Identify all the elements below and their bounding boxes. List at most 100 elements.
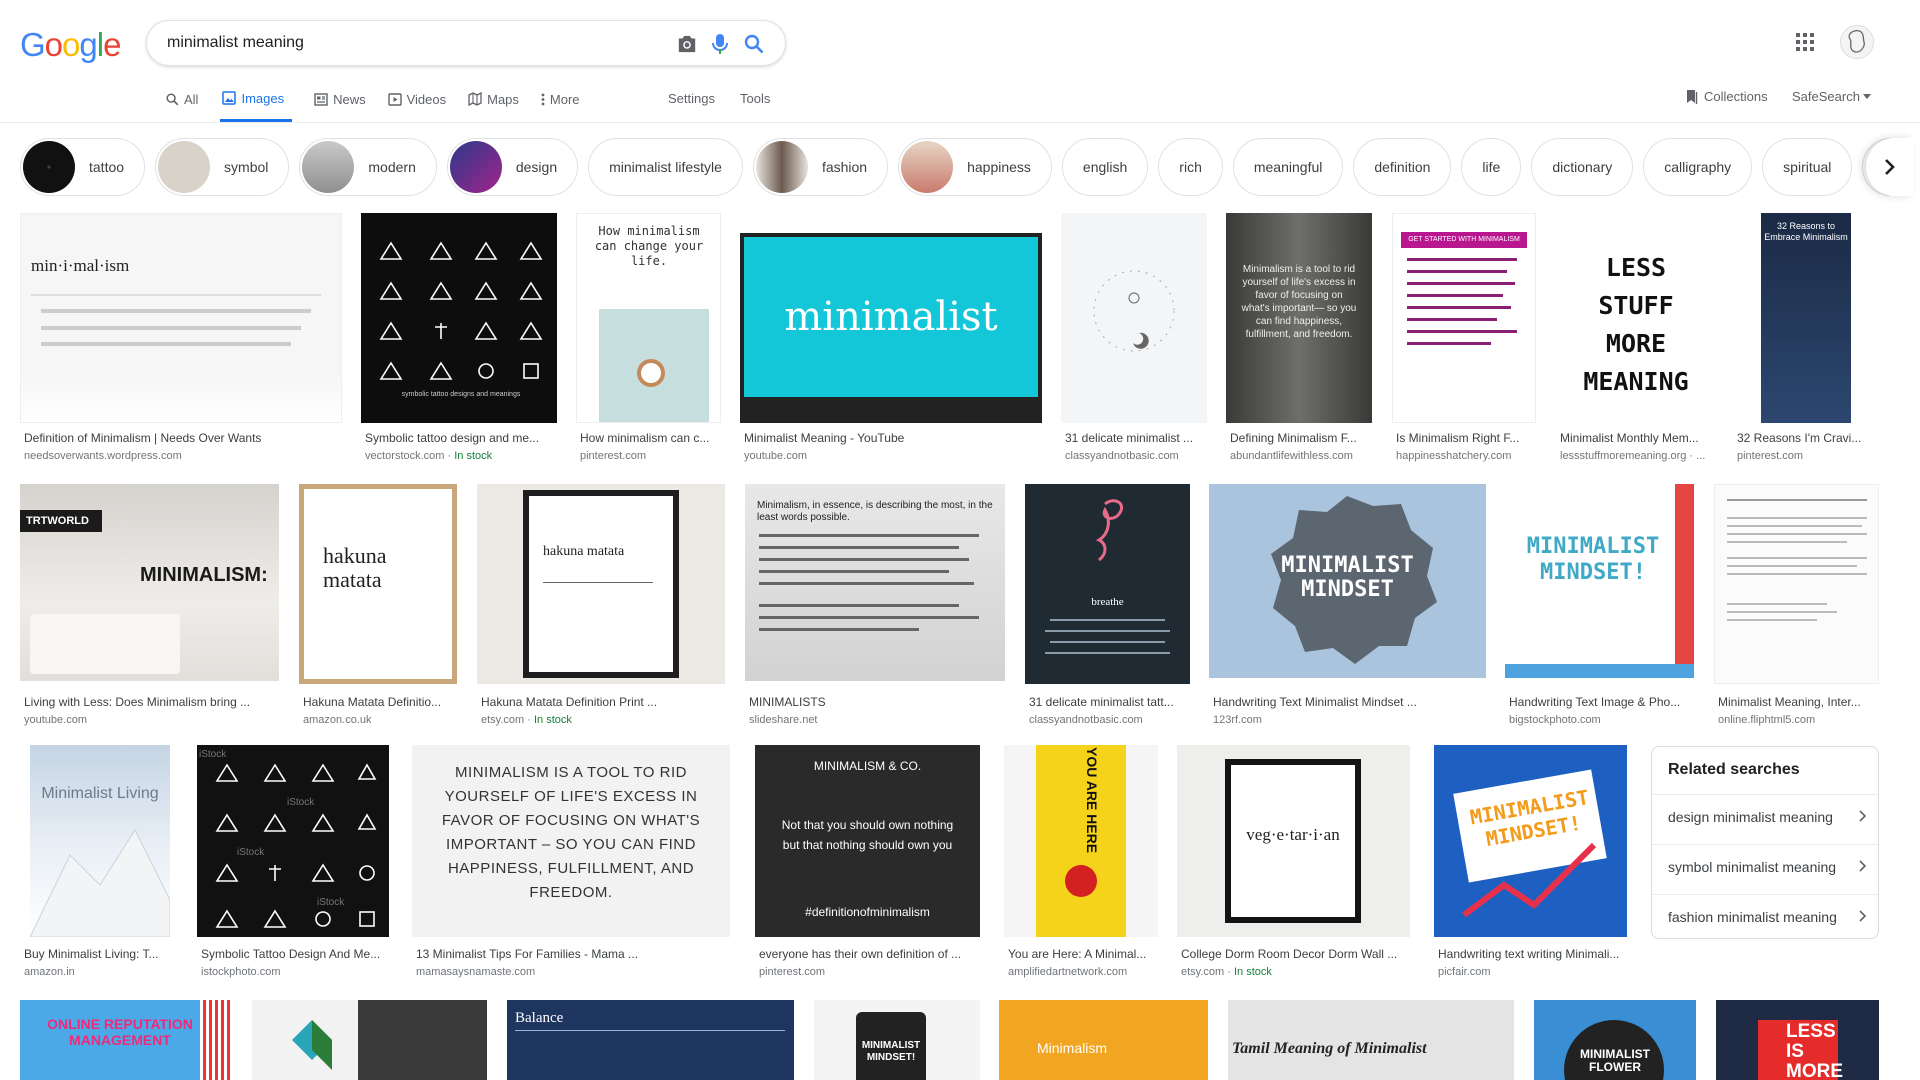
image-result[interactable]: MINIMALISM IS A TOOL TO RID YOURSELF OF … xyxy=(412,745,730,985)
image-result[interactable]: LESS STUFF MORE MEANING Minimalist Month… xyxy=(1556,213,1714,469)
chip-tattoo[interactable]: tattoo xyxy=(20,138,146,196)
google-logo[interactable]: Google xyxy=(20,26,121,64)
result-title: Minimalist Meaning, Inter... xyxy=(1718,695,1861,709)
related-search-item[interactable]: design minimalist meaning xyxy=(1652,794,1878,838)
image-result[interactable]: GET STARTED WITH MINIMALISM Is Minimalis… xyxy=(1392,213,1536,469)
chip-label: rich xyxy=(1179,159,1202,175)
result-image: LESS STUFF MORE MEANING xyxy=(1556,213,1714,423)
result-image: MINIMALIST MINDSET! xyxy=(814,1000,980,1080)
avatar[interactable] xyxy=(1840,25,1874,59)
result-source: vectorstock.com · In stock xyxy=(365,450,493,462)
chip-label: happiness xyxy=(967,159,1031,175)
collections-label: Collections xyxy=(1704,89,1768,104)
image-result[interactable]: Minimalism xyxy=(999,1000,1208,1080)
tab-images[interactable]: Images xyxy=(220,84,293,122)
result-source: pinterest.com xyxy=(580,450,647,462)
result-title-text: Hakuna Matata Definition Print ... xyxy=(481,695,658,709)
image-result[interactable]: breathe 31 delicate minimalist tatt... c… xyxy=(1025,484,1190,730)
chip-minimalist-lifestyle[interactable]: minimalist lifestyle xyxy=(588,138,743,196)
image-result[interactable]: Minimalist Meaning, Inter... online.flip… xyxy=(1714,484,1879,730)
tab-all[interactable]: All xyxy=(166,84,198,114)
image-result[interactable]: 32 Reasons to Embrace Minimalism 32 Reas… xyxy=(1733,213,1879,469)
chip-modern[interactable]: modern xyxy=(299,138,437,196)
chip-life[interactable]: life xyxy=(1461,138,1522,196)
related-search-item[interactable]: symbol minimalist meaning xyxy=(1652,844,1878,888)
image-result[interactable]: min·i·mal·ism Definition of Minimalism |… xyxy=(20,213,342,469)
video-icon xyxy=(387,92,402,106)
image-result[interactable]: MINIMALIST MINDSET! Handwriting Text Ima… xyxy=(1505,484,1694,730)
bookmark-icon xyxy=(1686,89,1698,104)
result-title: Minimalist Meaning - YouTube xyxy=(744,431,905,445)
search-input[interactable] xyxy=(167,21,637,65)
result-image: MINIMALISM IS A TOOL TO RID YOURSELF OF … xyxy=(412,745,730,937)
chip-label: meaningful xyxy=(1253,159,1323,175)
image-result[interactable]: ONLINE REPUTATION MANAGEMENT xyxy=(20,1000,232,1080)
result-source: happinesshatchery.com xyxy=(1396,450,1512,462)
image-result[interactable]: hakuna matata Hakuna Matata Definition P… xyxy=(477,484,725,730)
search-icon[interactable] xyxy=(743,33,765,55)
result-image: MINIMALISM & CO. Not that you should own… xyxy=(755,745,980,937)
image-text: How minimalism can change your life. xyxy=(594,224,704,268)
image-result[interactable]: hakuna matata Hakuna Matata Definitio...… xyxy=(299,484,457,730)
chip-rich[interactable]: rich xyxy=(1158,138,1223,196)
image-result[interactable]: MINIMALIST FLOWER xyxy=(1534,1000,1696,1080)
image-text: MINIMALISM IS A TOOL TO RID YOURSELF OF … xyxy=(441,764,701,901)
tab-videos[interactable]: Videos xyxy=(387,84,446,114)
chip-fashion[interactable]: fashion xyxy=(752,138,889,196)
image-result[interactable]: minimalist Minimalist Meaning - YouTube … xyxy=(740,213,1042,469)
result-image xyxy=(1061,213,1207,423)
chip-thumbnail xyxy=(449,141,502,193)
image-result[interactable]: Minimalism is a tool to rid yourself of … xyxy=(1226,213,1372,469)
image-text: min·i·mal·ism xyxy=(31,256,130,275)
search-icon xyxy=(166,92,179,106)
tools-link[interactable]: Tools xyxy=(740,91,770,106)
result-source: youtube.com xyxy=(24,714,87,726)
result-image: LESS IS MORE xyxy=(1716,1000,1879,1080)
image-text: symbolic tattoo designs and meanings xyxy=(401,391,521,398)
chip-happiness[interactable]: happiness xyxy=(898,138,1052,196)
chip-dictionary[interactable]: dictionary xyxy=(1531,138,1634,196)
image-result[interactable]: MINIMALIST MINDSET! xyxy=(814,1000,980,1080)
result-source: bigstockphoto.com xyxy=(1509,714,1601,726)
more-vert-icon xyxy=(541,93,545,106)
image-result[interactable]: 31 delicate minimalist ... classyandnotb… xyxy=(1061,213,1207,469)
image-result[interactable]: YOU ARE HERE You are Here: A Minimal... … xyxy=(1004,745,1158,985)
stock-status: In stock xyxy=(533,714,572,726)
image-result[interactable] xyxy=(252,1000,487,1080)
apps-grid-icon[interactable] xyxy=(1795,32,1819,56)
image-result[interactable]: TRTWORLD MINIMALISM: Living with Less: D… xyxy=(20,484,279,730)
chip-label: design xyxy=(515,159,558,175)
result-source: online.fliphtml5.com xyxy=(1718,714,1816,726)
chip-design[interactable]: design xyxy=(446,138,579,196)
image-result[interactable]: iStock iStock iStock iStock Symbolic Tattoo… xyxy=(197,745,390,985)
chip-calligraphy[interactable]: calligraphy xyxy=(1643,138,1753,196)
image-result[interactable]: MINIMALIST MINDSET! Handwriting text wri… xyxy=(1434,745,1627,985)
tab-news[interactable]: News xyxy=(314,84,366,114)
image-result[interactable]: symbolic tattoo designs and meanings Sym… xyxy=(361,213,557,469)
tab-maps[interactable]: Maps xyxy=(468,84,519,114)
microphone-icon[interactable] xyxy=(709,33,731,55)
image-result[interactable]: LESS IS MORE xyxy=(1716,1000,1879,1080)
chip-english[interactable]: english xyxy=(1061,138,1149,196)
image-result[interactable]: Minimalist Living Buy Minimalist Living:… xyxy=(20,745,178,985)
camera-icon[interactable] xyxy=(676,33,698,55)
chip-symbol[interactable]: symbol xyxy=(155,138,290,196)
result-source: etsy.com · In stock xyxy=(481,714,572,726)
image-result[interactable]: Minimalism, in essence, is describing th… xyxy=(745,484,1005,730)
chip-label: modern xyxy=(368,159,416,175)
settings-link[interactable]: Settings xyxy=(668,91,715,106)
image-result[interactable]: MINIMALIST MINDSET Handwriting Text Mini… xyxy=(1209,484,1486,730)
safesearch-dropdown[interactable]: SafeSearch xyxy=(1792,89,1871,104)
chip-meaningful[interactable]: meaningful xyxy=(1232,138,1344,196)
image-result[interactable]: MINIMALISM & CO. Not that you should own… xyxy=(755,745,980,985)
chip-definition[interactable]: definition xyxy=(1353,138,1452,196)
image-result[interactable]: How minimalism can change your life. How… xyxy=(576,213,721,469)
tab-more[interactable]: More xyxy=(541,84,580,114)
image-result[interactable]: Balance xyxy=(507,1000,794,1080)
image-result[interactable]: Tamil Meaning of Minimalist xyxy=(1228,1000,1514,1080)
image-result[interactable]: veg·e·tar·i·an College Dorm Room Decor D… xyxy=(1177,745,1410,985)
svg-text:iStock: iStock xyxy=(237,847,265,858)
collections-link[interactable]: Collections xyxy=(1686,89,1768,104)
related-search-item[interactable]: fashion minimalist meaning xyxy=(1652,894,1878,938)
chip-spiritual[interactable]: spiritual xyxy=(1762,138,1853,196)
